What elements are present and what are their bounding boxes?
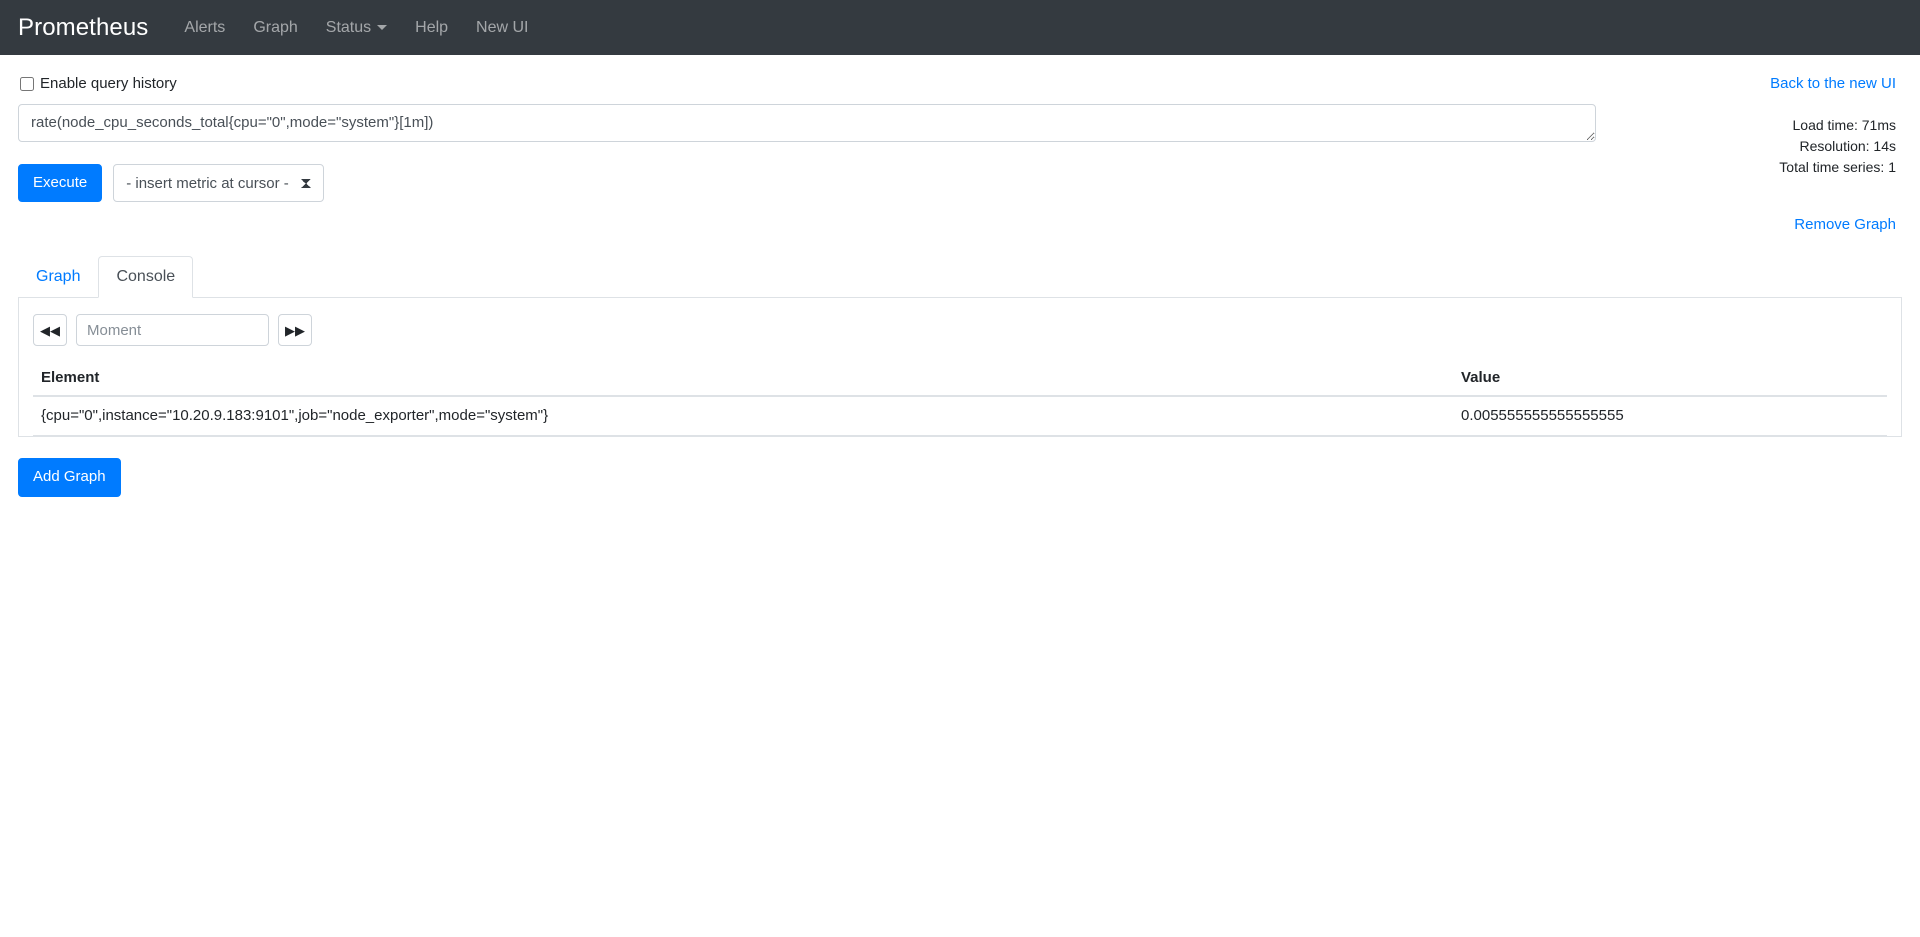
moment-input[interactable] — [76, 314, 269, 347]
query-controls-row: Execute - insert metric at cursor - — [18, 164, 1618, 203]
step-backward-icon[interactable]: ◀◀ — [33, 314, 67, 347]
expression-input[interactable] — [18, 104, 1596, 142]
query-stats: Load time: 71ms Resolution: 14s Total ti… — [1618, 115, 1896, 178]
brand-logo-prometheus[interactable]: Prometheus — [18, 14, 148, 42]
execute-button[interactable]: Execute — [18, 164, 103, 203]
column-header-value: Value — [1453, 360, 1887, 398]
enable-query-history-label[interactable]: Enable query history — [40, 75, 177, 92]
nav-item-help[interactable]: Help — [401, 11, 462, 45]
query-and-stats-row: Enable query history Execute - insert me… — [18, 55, 1902, 234]
stat-total-time-series: Total time series: 1 — [1779, 159, 1896, 175]
step-forward-icon[interactable]: ▶▶ — [278, 314, 312, 347]
time-navigation-controls: ◀◀ ▶▶ — [33, 314, 1887, 347]
cell-element: {cpu="0",instance="10.20.9.183:9101",job… — [33, 396, 1453, 437]
tab-graph[interactable]: Graph — [18, 256, 98, 298]
cell-value: 0.005555555555555555 — [1453, 396, 1887, 437]
results-table-body: {cpu="0",instance="10.20.9.183:9101",job… — [33, 396, 1887, 437]
remove-graph-wrapper: Remove Graph — [1618, 216, 1896, 234]
back-to-new-ui-link[interactable]: Back to the new UI — [1770, 75, 1896, 92]
tab-list: Graph Console — [18, 256, 1902, 299]
console-tab-panel: ◀◀ ▶▶ Element Value {cpu="0",instance="1… — [18, 298, 1902, 438]
remove-graph-link[interactable]: Remove Graph — [1794, 216, 1896, 233]
chevron-down-icon — [377, 25, 388, 30]
query-results-table: Element Value {cpu="0",instance="10.20.9… — [33, 360, 1887, 437]
results-table-head: Element Value — [33, 360, 1887, 398]
nav-item-status[interactable]: Status — [312, 11, 401, 45]
column-header-element: Element — [33, 360, 1453, 398]
expression-input-wrapper — [18, 104, 1596, 147]
page-container: Enable query history Execute - insert me… — [0, 55, 1920, 521]
navbar-links: Alerts Graph Status Help New UI — [170, 11, 542, 45]
query-history-toggle-row: Enable query history — [18, 75, 1618, 92]
nav-item-status-label: Status — [325, 18, 372, 36]
query-panel: Enable query history Execute - insert me… — [18, 75, 1618, 203]
query-stats-panel: Back to the new UI Load time: 71ms Resol… — [1618, 75, 1902, 234]
main-navbar: Prometheus Alerts Graph Status Help New … — [0, 0, 1920, 55]
stat-load-time: Load time: 71ms — [1792, 117, 1897, 133]
insert-metric-select[interactable]: - insert metric at cursor - — [113, 164, 325, 203]
stat-resolution: Resolution: 14s — [1799, 138, 1896, 154]
table-row[interactable]: {cpu="0",instance="10.20.9.183:9101",job… — [33, 396, 1887, 437]
nav-item-alerts[interactable]: Alerts — [170, 11, 239, 45]
results-header-row: Element Value — [33, 360, 1887, 398]
tab-console[interactable]: Console — [98, 256, 194, 299]
graph-console-tabs-area: Graph Console ◀◀ ▶▶ Element Value {cpu= — [18, 256, 1902, 438]
enable-query-history-checkbox[interactable] — [20, 76, 34, 91]
add-graph-wrapper: Add Graph — [18, 458, 1902, 520]
add-graph-button[interactable]: Add Graph — [18, 458, 121, 497]
nav-item-graph[interactable]: Graph — [239, 11, 311, 45]
nav-item-new-ui[interactable]: New UI — [462, 11, 542, 45]
